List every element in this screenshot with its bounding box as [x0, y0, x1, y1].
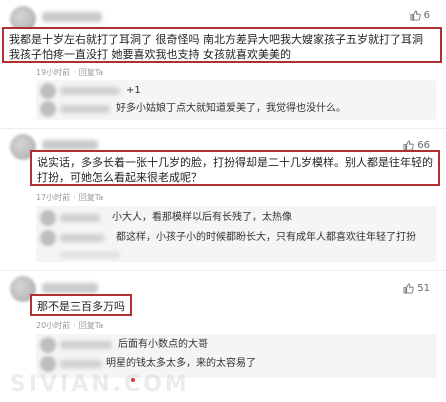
comment-time: 17小时前 — [36, 193, 71, 202]
reply-list: +1 好多小姑娘丁点大就知道爱美了，我觉得也没什么。 — [36, 80, 436, 120]
avatar[interactable] — [40, 337, 56, 353]
reply-text: 小大人，看那模样以后有长残了，太热像 — [112, 212, 292, 223]
username[interactable] — [60, 234, 104, 242]
comment-meta: 17小时前 · 回复Ta — [36, 193, 104, 202]
reply-text: 都这样，小孩子小的时候都盼长大，只有成年人都喜欢往年轻了打扮 — [116, 232, 416, 243]
username[interactable] — [60, 360, 102, 368]
reply-text: 好多小姑娘丁点大就知道爱美了，我觉得也没什么。 — [116, 103, 346, 114]
username[interactable] — [60, 105, 110, 113]
comment-time: 19小时前 — [36, 68, 71, 77]
reply-link[interactable]: 回复Ta — [79, 321, 103, 330]
username[interactable] — [42, 12, 102, 22]
reply-text: 明星的钱太多太多，来的太容易了 — [106, 358, 256, 369]
reply-text: 后面有小数点的大哥 — [118, 339, 208, 350]
more-replies-link[interactable] — [60, 251, 120, 259]
comment-text: 说实话，多多长着一张十几岁的脸，打扮得却是二十几岁模样。别人都是往年轻的打扮，可… — [30, 150, 440, 186]
comment-feed: 6 我都是十岁左右就打了耳洞了 很奇怪吗 南北方差异大吧我大嫂家孩子五岁就打了耳… — [0, 0, 446, 402]
comment-meta: 19小时前 · 回复Ta — [36, 68, 104, 77]
reply-link[interactable]: 回复Ta — [79, 193, 103, 202]
avatar[interactable] — [40, 356, 56, 372]
watermark: SIVIAN.COM — [10, 372, 190, 397]
like-count: 51 — [417, 283, 430, 294]
username[interactable] — [42, 283, 98, 293]
divider — [0, 270, 446, 271]
username[interactable] — [60, 214, 100, 222]
watermark-dot — [131, 378, 135, 382]
like-button[interactable]: 51 — [403, 283, 430, 294]
avatar[interactable] — [40, 230, 56, 246]
username[interactable] — [60, 87, 120, 95]
like-count: 6 — [423, 10, 430, 21]
reply-text: +1 — [126, 85, 141, 96]
avatar[interactable] — [40, 101, 56, 117]
username[interactable] — [42, 140, 98, 150]
like-button[interactable]: 6 — [410, 10, 430, 21]
comment-text: 我都是十岁左右就打了耳洞了 很奇怪吗 南北方差异大吧我大嫂家孩子五岁就打了耳洞 … — [2, 27, 442, 63]
comment-time: 20小时前 — [36, 321, 71, 330]
comment-meta: 20小时前 · 回复Ta — [36, 321, 104, 330]
avatar[interactable] — [40, 83, 56, 99]
comment-text: 那不是三百多万吗 — [30, 294, 132, 316]
reply-list: 小大人，看那模样以后有长残了，太热像 都这样，小孩子小的时候都盼长大，只有成年人… — [36, 206, 436, 262]
thumbs-up-icon — [403, 283, 415, 294]
thumbs-up-icon — [410, 10, 421, 21]
avatar[interactable] — [40, 210, 56, 226]
username[interactable] — [60, 341, 112, 349]
reply-link[interactable]: 回复Ta — [79, 68, 103, 77]
divider — [0, 128, 446, 129]
